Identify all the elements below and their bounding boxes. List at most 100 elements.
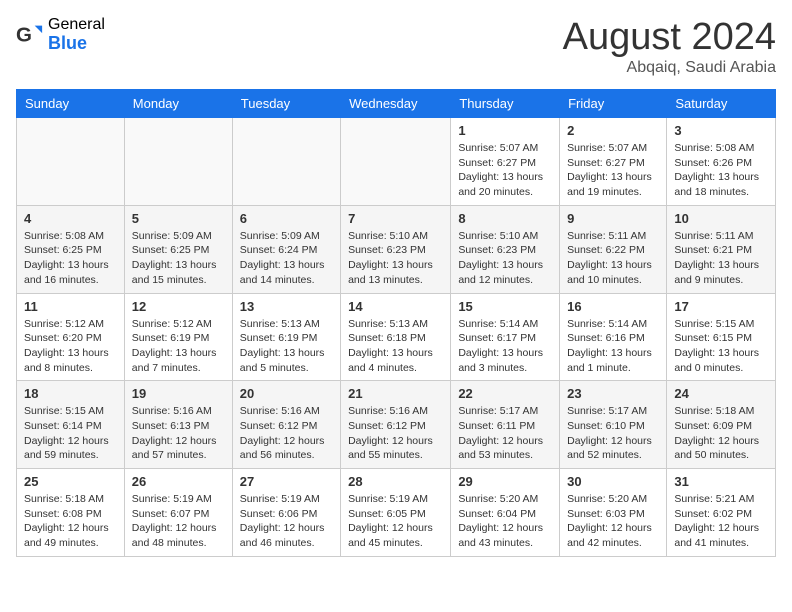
calendar-cell: 30Sunrise: 5:20 AM Sunset: 6:03 PM Dayli…: [560, 469, 667, 557]
day-info: Sunrise: 5:13 AM Sunset: 6:19 PM Dayligh…: [240, 317, 333, 376]
day-info: Sunrise: 5:11 AM Sunset: 6:22 PM Dayligh…: [567, 229, 659, 288]
day-info: Sunrise: 5:07 AM Sunset: 6:27 PM Dayligh…: [458, 141, 552, 200]
calendar-cell: 2Sunrise: 5:07 AM Sunset: 6:27 PM Daylig…: [560, 118, 667, 206]
logo-general-text: General: [48, 16, 105, 34]
calendar-cell: 11 Sunrise: 5:12 AM Sunset: 6:20 PM Dayli…: [17, 293, 125, 381]
day-number: 10: [674, 211, 768, 226]
day-number: 20: [240, 386, 333, 401]
day-number: 13: [240, 299, 333, 314]
day-number: 28: [348, 474, 443, 489]
day-number: 29: [458, 474, 552, 489]
day-info: Sunrise: 5:07 AM Sunset: 6:27 PM Dayligh…: [567, 141, 659, 200]
day-number: 9: [567, 211, 659, 226]
calendar-cell: 6 Sunrise: 5:09 AM Sunset: 6:24 PM Daylig…: [232, 205, 340, 293]
day-info: Sunrise: 5:08 AM Sunset: 6:25 PM Dayligh…: [24, 229, 117, 288]
calendar-cell: 7 Sunrise: 5:10 AM Sunset: 6:23 PM Daylig…: [341, 205, 451, 293]
day-info: Sunrise: 5:18 AM Sunset: 6:09 PM Dayligh…: [674, 404, 768, 463]
day-info: Sunrise: 5:13 AM Sunset: 6:18 PM Dayligh…: [348, 317, 443, 376]
calendar-cell: 5Sunrise: 5:09 AM Sunset: 6:25 PM Daylig…: [124, 205, 232, 293]
calendar-cell: 8 Sunrise: 5:10 AM Sunset: 6:23 PM Daylig…: [451, 205, 560, 293]
logo-text: General Blue: [48, 16, 105, 53]
day-info: Sunrise: 5:15 AM Sunset: 6:15 PM Dayligh…: [674, 317, 768, 376]
day-info: Sunrise: 5:12 AM Sunset: 6:19 PM Dayligh…: [132, 317, 225, 376]
calendar-cell: [124, 118, 232, 206]
calendar-header-saturday: Saturday: [667, 90, 776, 118]
day-info: Sunrise: 5:10 AM Sunset: 6:23 PM Dayligh…: [458, 229, 552, 288]
calendar-table: SundayMondayTuesdayWednesdayThursdayFrid…: [16, 89, 776, 557]
day-number: 30: [567, 474, 659, 489]
day-info: Sunrise: 5:15 AM Sunset: 6:14 PM Dayligh…: [24, 404, 117, 463]
calendar-header-row: SundayMondayTuesdayWednesdayThursdayFrid…: [17, 90, 776, 118]
calendar-cell: 14 Sunrise: 5:13 AM Sunset: 6:18 PM Dayli…: [341, 293, 451, 381]
day-number: 17: [674, 299, 768, 314]
title-area: August 2024 Abqaiq, Saudi Arabia: [563, 16, 776, 77]
calendar-week-row: 25 Sunrise: 5:18 AM Sunset: 6:08 PM Dayli…: [17, 469, 776, 557]
calendar-cell: 12 Sunrise: 5:12 AM Sunset: 6:19 PM Dayli…: [124, 293, 232, 381]
day-number: 16: [567, 299, 659, 314]
day-info: Sunrise: 5:19 AM Sunset: 6:06 PM Dayligh…: [240, 492, 333, 551]
day-number: 22: [458, 386, 552, 401]
day-info: Sunrise: 5:16 AM Sunset: 6:12 PM Dayligh…: [348, 404, 443, 463]
day-number: 25: [24, 474, 117, 489]
calendar-header-thursday: Thursday: [451, 90, 560, 118]
day-info: Sunrise: 5:12 AM Sunset: 6:20 PM Dayligh…: [24, 317, 117, 376]
logo-blue-text: Blue: [48, 34, 105, 54]
day-number: 18: [24, 386, 117, 401]
day-number: 26: [132, 474, 225, 489]
calendar-cell: 3Sunrise: 5:08 AM Sunset: 6:26 PM Daylig…: [667, 118, 776, 206]
svg-text:G: G: [16, 23, 32, 46]
calendar-header-friday: Friday: [560, 90, 667, 118]
calendar-week-row: 1Sunrise: 5:07 AM Sunset: 6:27 PM Daylig…: [17, 118, 776, 206]
day-number: 15: [458, 299, 552, 314]
day-number: 24: [674, 386, 768, 401]
page-header: G General Blue August 2024 Abqaiq, Saudi…: [16, 16, 776, 77]
day-info: Sunrise: 5:19 AM Sunset: 6:07 PM Dayligh…: [132, 492, 225, 551]
day-number: 12: [132, 299, 225, 314]
calendar-cell: 27 Sunrise: 5:19 AM Sunset: 6:06 PM Dayli…: [232, 469, 340, 557]
calendar-cell: 26 Sunrise: 5:19 AM Sunset: 6:07 PM Dayli…: [124, 469, 232, 557]
calendar-cell: 1Sunrise: 5:07 AM Sunset: 6:27 PM Daylig…: [451, 118, 560, 206]
day-info: Sunrise: 5:09 AM Sunset: 6:25 PM Dayligh…: [132, 229, 225, 288]
calendar-cell: 24 Sunrise: 5:18 AM Sunset: 6:09 PM Dayli…: [667, 381, 776, 469]
calendar-cell: 17 Sunrise: 5:15 AM Sunset: 6:15 PM Dayli…: [667, 293, 776, 381]
calendar-cell: 29Sunrise: 5:20 AM Sunset: 6:04 PM Dayli…: [451, 469, 560, 557]
calendar-week-row: 11 Sunrise: 5:12 AM Sunset: 6:20 PM Dayli…: [17, 293, 776, 381]
calendar-cell: 10 Sunrise: 5:11 AM Sunset: 6:21 PM Dayli…: [667, 205, 776, 293]
calendar-cell: 31Sunrise: 5:21 AM Sunset: 6:02 PM Dayli…: [667, 469, 776, 557]
calendar-cell: 19Sunrise: 5:16 AM Sunset: 6:13 PM Dayli…: [124, 381, 232, 469]
day-number: 3: [674, 123, 768, 138]
month-title: August 2024: [563, 16, 776, 59]
calendar-cell: 9 Sunrise: 5:11 AM Sunset: 6:22 PM Daylig…: [560, 205, 667, 293]
calendar-week-row: 4Sunrise: 5:08 AM Sunset: 6:25 PM Daylig…: [17, 205, 776, 293]
day-number: 11: [24, 299, 117, 314]
calendar-cell: 23 Sunrise: 5:17 AM Sunset: 6:10 PM Dayli…: [560, 381, 667, 469]
calendar-cell: 21 Sunrise: 5:16 AM Sunset: 6:12 PM Dayli…: [341, 381, 451, 469]
day-number: 23: [567, 386, 659, 401]
calendar-cell: 13 Sunrise: 5:13 AM Sunset: 6:19 PM Dayli…: [232, 293, 340, 381]
logo-icon: G: [16, 21, 44, 49]
day-info: Sunrise: 5:19 AM Sunset: 6:05 PM Dayligh…: [348, 492, 443, 551]
calendar-week-row: 18 Sunrise: 5:15 AM Sunset: 6:14 PM Dayli…: [17, 381, 776, 469]
day-number: 14: [348, 299, 443, 314]
day-info: Sunrise: 5:10 AM Sunset: 6:23 PM Dayligh…: [348, 229, 443, 288]
calendar-cell: 4Sunrise: 5:08 AM Sunset: 6:25 PM Daylig…: [17, 205, 125, 293]
day-number: 7: [348, 211, 443, 226]
day-number: 21: [348, 386, 443, 401]
logo: G General Blue: [16, 16, 105, 53]
calendar-cell: 16Sunrise: 5:14 AM Sunset: 6:16 PM Dayli…: [560, 293, 667, 381]
day-info: Sunrise: 5:09 AM Sunset: 6:24 PM Dayligh…: [240, 229, 333, 288]
calendar-cell: 28 Sunrise: 5:19 AM Sunset: 6:05 PM Dayli…: [341, 469, 451, 557]
day-info: Sunrise: 5:11 AM Sunset: 6:21 PM Dayligh…: [674, 229, 768, 288]
day-info: Sunrise: 5:17 AM Sunset: 6:10 PM Dayligh…: [567, 404, 659, 463]
day-info: Sunrise: 5:18 AM Sunset: 6:08 PM Dayligh…: [24, 492, 117, 551]
calendar-header-monday: Monday: [124, 90, 232, 118]
day-number: 8: [458, 211, 552, 226]
day-number: 27: [240, 474, 333, 489]
day-number: 6: [240, 211, 333, 226]
calendar-cell: [232, 118, 340, 206]
calendar-cell: 15 Sunrise: 5:14 AM Sunset: 6:17 PM Dayli…: [451, 293, 560, 381]
day-info: Sunrise: 5:14 AM Sunset: 6:17 PM Dayligh…: [458, 317, 552, 376]
calendar-cell: 22Sunrise: 5:17 AM Sunset: 6:11 PM Dayli…: [451, 381, 560, 469]
day-info: Sunrise: 5:16 AM Sunset: 6:13 PM Dayligh…: [132, 404, 225, 463]
calendar-header-tuesday: Tuesday: [232, 90, 340, 118]
